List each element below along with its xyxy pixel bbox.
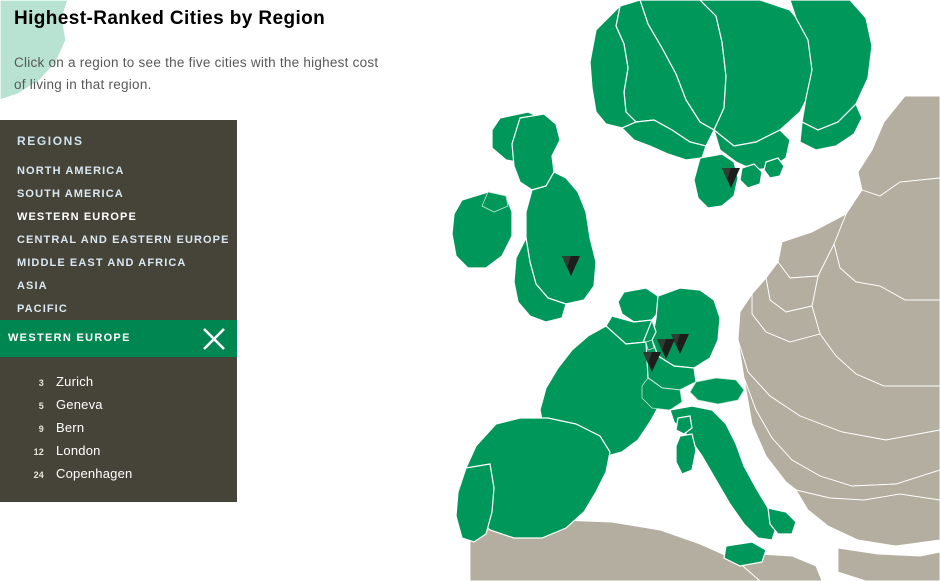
city-rank: 5 (38, 401, 44, 411)
city-list-item[interactable]: 24 Copenhagen (0, 463, 237, 486)
region-item-asia[interactable]: ASIA (0, 275, 237, 298)
city-rank: 9 (38, 424, 44, 434)
region-item-south-america[interactable]: SOUTH AMERICA (0, 183, 237, 206)
city-name: Bern (56, 420, 85, 435)
city-list: 3 Zurich 5 Geneva 9 Bern 12 London 24 Co… (0, 371, 237, 486)
city-name: Zurich (56, 374, 94, 389)
city-rank: 24 (33, 470, 44, 480)
region-list: NORTH AMERICA SOUTH AMERICA WESTERN EURO… (0, 160, 237, 321)
region-item-central-and-eastern-europe[interactable]: CENTRAL AND EASTERN EUROPE (0, 229, 237, 252)
close-icon-glyph (203, 328, 225, 350)
map-application: Highest-Ranked Cities by Region Click on… (0, 0, 940, 581)
region-item-pacific[interactable]: PACIFIC (0, 298, 237, 321)
regions-panel: REGIONS NORTH AMERICA SOUTH AMERICA WEST… (0, 120, 237, 335)
city-list-item[interactable]: 5 Geneva (0, 394, 237, 417)
close-icon[interactable] (199, 324, 229, 354)
region-detail-panel: WESTERN EUROPE 3 Zurich 5 Geneva 9 Bern … (0, 320, 237, 502)
city-name: Geneva (56, 397, 103, 412)
city-list-item[interactable]: 9 Bern (0, 417, 237, 440)
region-detail-body: 3 Zurich 5 Geneva 9 Bern 12 London 24 Co… (0, 357, 237, 502)
city-name: Copenhagen (56, 466, 133, 481)
city-list-item[interactable]: 3 Zurich (0, 371, 237, 394)
regions-heading: REGIONS (17, 134, 84, 148)
city-rank: 3 (38, 378, 44, 388)
city-name: London (56, 443, 101, 458)
region-item-north-america[interactable]: NORTH AMERICA (0, 160, 237, 183)
city-rank: 12 (33, 447, 44, 457)
city-list-item[interactable]: 12 London (0, 440, 237, 463)
region-item-western-europe[interactable]: WESTERN EUROPE (0, 206, 237, 229)
region-item-middle-east-and-africa[interactable]: MIDDLE EAST AND AFRICA (0, 252, 237, 275)
region-detail-title: WESTERN EUROPE (8, 332, 131, 344)
region-detail-header: WESTERN EUROPE (0, 320, 237, 357)
